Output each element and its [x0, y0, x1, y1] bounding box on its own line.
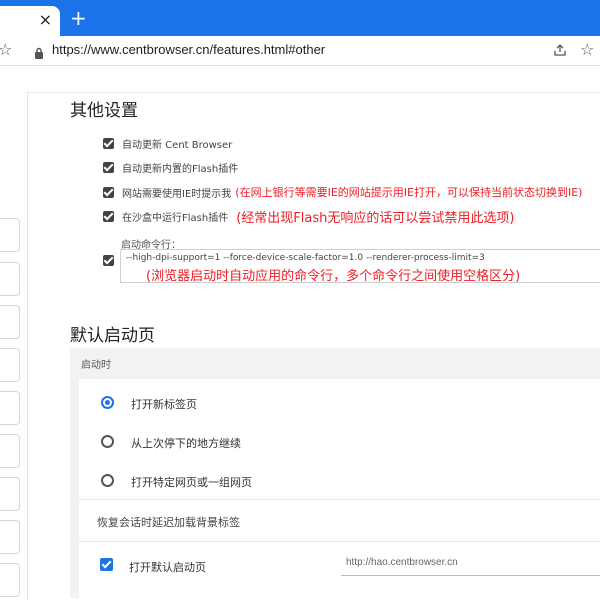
- sidebar-box[interactable]: [0, 218, 20, 252]
- startup-card: 打开新标签页 从上次停下的地方继续 打开特定网页或一组网页 恢复会话时延迟加载背…: [79, 379, 600, 598]
- other-settings-title: 其他设置: [70, 101, 138, 121]
- sidebar-box[interactable]: [0, 563, 20, 597]
- radio-continue[interactable]: [101, 435, 114, 448]
- option-ie-prompt[interactable]: 网站需要使用IE时提示我 (在网上银行等需要IE的网站提示用IE打开，可以保持当…: [103, 183, 582, 201]
- sidebar-box[interactable]: [0, 305, 20, 339]
- left-sidebar: [0, 92, 28, 600]
- option-flash-sandbox[interactable]: 在沙盒中运行Flash插件 (经常出现Flash无响应的话可以尝试禁用此选项): [103, 207, 515, 226]
- close-icon[interactable]: ×: [39, 10, 52, 30]
- command-line-checkbox[interactable]: [103, 255, 114, 266]
- radio-label: 打开特定网页或一组网页: [131, 476, 252, 489]
- option-label: 在沙盒中运行Flash插件: [122, 212, 229, 224]
- sidebar-box[interactable]: [0, 348, 20, 382]
- option-auto-update[interactable]: 自动更新 Cent Browser: [103, 134, 232, 152]
- divider: [79, 499, 600, 500]
- panel-title: 启动时: [81, 360, 111, 371]
- sidebar-box[interactable]: [0, 391, 20, 425]
- star-icon[interactable]: ☆: [0, 40, 12, 59]
- startup-title: 默认启动页: [70, 326, 155, 346]
- new-tab-icon[interactable]: +: [70, 8, 87, 28]
- sidebar-box[interactable]: [0, 434, 20, 468]
- checkbox[interactable]: [103, 137, 114, 149]
- divider: [79, 541, 600, 542]
- divider: [28, 92, 600, 93]
- browser-tab[interactable]: ×: [0, 6, 60, 36]
- option-label: 自动更新 Cent Browser: [122, 139, 233, 151]
- checkbox[interactable]: [103, 186, 114, 198]
- bookmark-star-icon[interactable]: ☆: [580, 40, 594, 59]
- default-home-url-input[interactable]: http://hao.centbrowser.cn: [346, 557, 458, 568]
- option-label: 网站需要使用IE时提示我: [122, 188, 232, 200]
- default-home-checkbox[interactable]: [100, 558, 113, 571]
- sidebar-box[interactable]: [0, 477, 20, 511]
- radio-new-tab[interactable]: [101, 396, 114, 409]
- option-flash-update[interactable]: 自动更新内置的Flash插件: [103, 158, 238, 176]
- annotation-note: (经常出现Flash无响应的话可以尝试禁用此选项): [236, 210, 515, 226]
- url-text[interactable]: https://www.centbrowser.cn/features.html…: [52, 42, 325, 57]
- command-line-value: --high-dpi-support=1 --force-device-scal…: [126, 253, 485, 263]
- delay-load-label: 恢复会话时延迟加载背景标签: [97, 516, 240, 529]
- checkbox[interactable]: [103, 210, 114, 222]
- annotation-note: (浏览器启动时自动应用的命令行，多个命令行之间使用空格区分): [146, 269, 521, 284]
- default-home-label: 打开默认启动页: [129, 561, 206, 574]
- address-bar: ☆ https://www.centbrowser.cn/features.ht…: [0, 36, 600, 66]
- sidebar-box[interactable]: [0, 262, 20, 296]
- startup-panel: 启动时 打开新标签页 从上次停下的地方继续 打开特定网页或一组网页 恢复会话时延…: [70, 348, 600, 598]
- tab-bar: × +: [0, 0, 600, 36]
- lock-icon[interactable]: [34, 44, 44, 63]
- input-underline: [341, 575, 600, 576]
- annotation-note: (在网上银行等需要IE的网站提示用IE打开，可以保持当前状态切换到IE): [235, 186, 583, 199]
- checkbox[interactable]: [103, 161, 114, 173]
- option-label: 自动更新内置的Flash插件: [122, 163, 239, 175]
- sidebar-box[interactable]: [0, 520, 20, 554]
- radio-label: 从上次停下的地方继续: [131, 437, 241, 450]
- radio-label: 打开新标签页: [131, 398, 197, 411]
- radio-specific-pages[interactable]: [101, 474, 114, 487]
- share-icon[interactable]: [553, 42, 567, 61]
